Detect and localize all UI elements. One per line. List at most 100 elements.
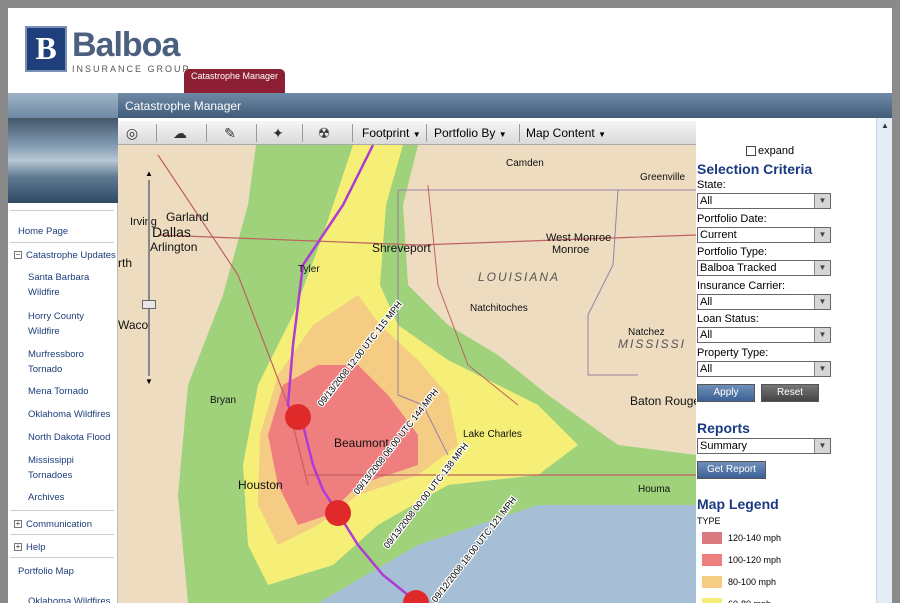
chevron-down-icon[interactable]: ▼ xyxy=(814,194,830,208)
legend-label: 60-80 mph xyxy=(728,599,771,603)
toolbar-separator xyxy=(156,124,157,142)
map-city-label: Greenville xyxy=(640,172,685,183)
hazard-icon[interactable]: ☢ xyxy=(314,123,334,143)
map-city-label: Houma xyxy=(638,484,671,495)
map-toolbar: ◎ ☁ ✎ ✦ ☢ Footprint ▼ Portfolio By ▼ Map… xyxy=(118,121,696,145)
divider xyxy=(10,534,114,535)
sidebar-item-portfolio-event[interactable]: Oklahoma Wildfires xyxy=(28,594,116,603)
cloud-icon[interactable]: ☁ xyxy=(170,123,190,143)
page-title: Catastrophe Manager xyxy=(125,99,242,113)
menu-map-content[interactable]: Map Content ▼ xyxy=(526,126,606,140)
sidebar-item-event[interactable]: Horry County Wildfire xyxy=(28,309,116,339)
sidebar-item-event[interactable]: North Dakota Flood xyxy=(28,430,116,445)
report-select[interactable]: Summary ▼ xyxy=(697,438,831,454)
chevron-down-icon[interactable]: ▼ xyxy=(814,439,830,453)
sidebar-item-event[interactable]: Santa Barbara Wildfire xyxy=(28,270,116,300)
map-city-label: Garland xyxy=(166,210,209,224)
sidebar-item-communication[interactable]: + Communication xyxy=(14,517,92,532)
menu-portfolio-by[interactable]: Portfolio By ▼ xyxy=(434,126,507,140)
sidebar-item-catastrophe-updates[interactable]: − Catastrophe Updates xyxy=(14,248,116,263)
sidebar-item-event[interactable]: Mena Tornado xyxy=(28,384,116,399)
divider xyxy=(10,210,114,211)
satellite-icon[interactable]: ✦ xyxy=(268,123,288,143)
expand-toggle[interactable]: expand xyxy=(746,145,794,157)
scroll-up-icon[interactable]: ▲ xyxy=(879,120,891,132)
sidebar-item-home[interactable]: Home Page xyxy=(18,224,68,239)
map-city-label: Camden xyxy=(506,158,544,169)
divider xyxy=(10,242,114,243)
collapse-icon[interactable]: − xyxy=(14,251,22,260)
chevron-down-icon[interactable]: ▼ xyxy=(814,362,830,376)
sidebar-item-archives[interactable]: Archives xyxy=(28,490,116,505)
select-value: All xyxy=(700,195,713,207)
apply-button[interactable]: Apply xyxy=(697,384,755,402)
expand-checkbox[interactable] xyxy=(746,146,756,157)
portfolio-date-select[interactable]: Current ▼ xyxy=(697,227,831,243)
select-value: Balboa Tracked xyxy=(700,262,777,274)
menu-footprint[interactable]: Footprint ▼ xyxy=(362,126,421,140)
tab-catastrophe-manager[interactable]: Catastrophe Manager xyxy=(184,69,285,93)
sidebar-item-event[interactable]: Oklahoma Wildfires xyxy=(28,407,116,422)
loan-status-select[interactable]: All ▼ xyxy=(697,327,831,343)
storm-banner-image xyxy=(8,118,118,203)
menu-label: Footprint xyxy=(362,126,410,140)
sidebar-item-event[interactable]: Murfressboro Tornado xyxy=(28,347,116,377)
map-canvas[interactable]: CamdenGreenvilleGarlandDallasArlingtonIr… xyxy=(118,145,696,603)
zoom-out-icon[interactable]: ▼ xyxy=(144,378,154,386)
chevron-down-icon[interactable]: ▼ xyxy=(814,295,830,309)
field-label: Property Type: xyxy=(697,347,769,359)
legend-label: 100-120 mph xyxy=(728,555,782,565)
divider xyxy=(10,510,114,511)
zoom-slider[interactable]: ▲ ▼ xyxy=(142,170,156,386)
chevron-down-icon[interactable]: ▼ xyxy=(814,228,830,242)
expand-icon[interactable]: + xyxy=(14,543,22,552)
chevron-down-icon[interactable]: ▼ xyxy=(814,328,830,342)
insurance-carrier-select[interactable]: All ▼ xyxy=(697,294,831,310)
legend-swatch xyxy=(702,576,722,588)
zoom-handle[interactable] xyxy=(142,300,156,309)
legend-swatch xyxy=(702,598,722,603)
title-bar-strip xyxy=(8,93,118,118)
dropdown-arrow-icon: ▼ xyxy=(412,130,421,139)
sidebar-item-label: Help xyxy=(26,542,46,553)
reset-button[interactable]: Reset xyxy=(761,384,819,402)
criteria-panel: expand Selection Criteria State: All ▼ Po… xyxy=(696,118,876,603)
field-label: Insurance Carrier: xyxy=(697,280,786,292)
map-city-label: Natchitoches xyxy=(470,303,528,314)
select-value: Current xyxy=(700,229,737,241)
expand-label: expand xyxy=(758,145,795,157)
sidebar-item-event[interactable]: Mississippi Tornadoes xyxy=(28,453,116,483)
edit-icon[interactable]: ✎ xyxy=(220,123,240,143)
globe-search-icon[interactable]: ◎ xyxy=(122,123,142,143)
legend-type-label: TYPE xyxy=(697,516,721,526)
toolbar-separator xyxy=(206,124,207,142)
sidebar-item-help[interactable]: + Help xyxy=(14,540,46,555)
map-area[interactable]: ◎ ☁ ✎ ✦ ☢ Footprint ▼ Portfolio By ▼ Map… xyxy=(118,118,696,603)
expand-icon[interactable]: + xyxy=(14,520,22,529)
reports-title: Reports xyxy=(697,420,750,436)
map-city-label: West Monroe xyxy=(546,232,611,244)
toolbar-separator xyxy=(256,124,257,142)
map-city-label: Shreveport xyxy=(372,241,431,255)
sidebar-item-portfolio-map[interactable]: Portfolio Map xyxy=(18,564,74,579)
portfolio-type-select[interactable]: Balboa Tracked ▼ xyxy=(697,260,831,276)
zoom-track[interactable] xyxy=(148,180,150,376)
dropdown-arrow-icon: ▼ xyxy=(598,130,606,139)
get-report-button[interactable]: Get Report xyxy=(697,461,766,479)
map-city-label: Beaumont xyxy=(334,436,389,450)
zoom-in-icon[interactable]: ▲ xyxy=(144,170,154,178)
dropdown-arrow-icon: ▼ xyxy=(498,130,507,139)
map-city-label: Monroe xyxy=(552,244,589,256)
map-city-label: Bryan xyxy=(210,395,236,406)
property-type-select[interactable]: All ▼ xyxy=(697,361,831,377)
map-legend-title: Map Legend xyxy=(697,496,779,512)
menu-label: Portfolio By xyxy=(434,126,496,140)
map-city-label: Lake Charles xyxy=(463,429,522,440)
scrollbar[interactable]: ▲ xyxy=(876,118,892,603)
map-city-label: rth xyxy=(118,256,132,270)
map-city-label: Natchez xyxy=(628,327,665,338)
map-city-label: LOUISIANA xyxy=(478,270,560,284)
chevron-down-icon[interactable]: ▼ xyxy=(814,261,830,275)
state-select[interactable]: All ▼ xyxy=(697,193,831,209)
legend-swatch xyxy=(702,554,722,566)
